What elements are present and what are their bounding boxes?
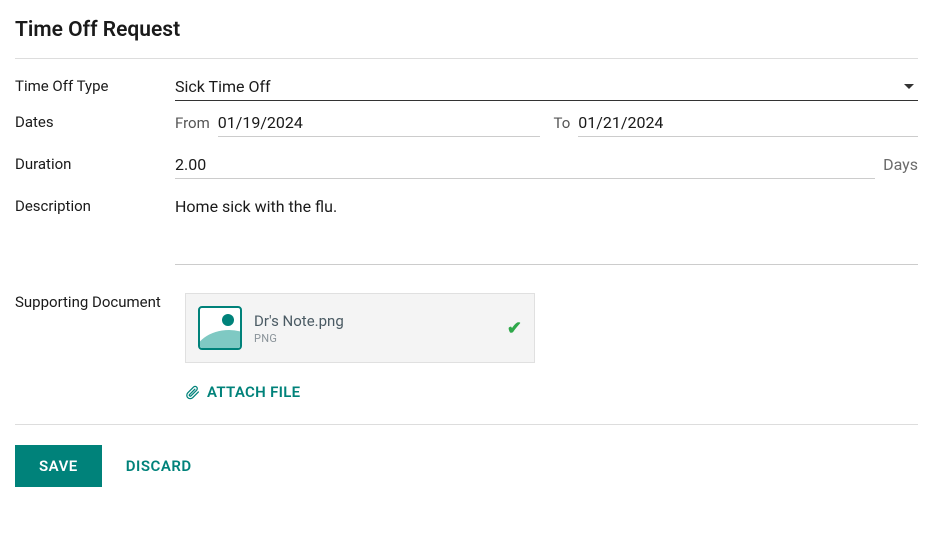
- label-duration: Duration: [15, 151, 175, 173]
- duration-unit: Days: [883, 155, 918, 174]
- row-duration: Duration Days: [15, 151, 918, 179]
- label-time-off-type: Time Off Type: [15, 73, 175, 95]
- discard-button[interactable]: DISCARD: [126, 457, 192, 475]
- time-off-type-value: Sick Time Off: [175, 77, 904, 96]
- duration-input[interactable]: [175, 151, 875, 179]
- attachment-card[interactable]: Dr's Note.png PNG ✔: [185, 293, 535, 363]
- label-date-from: From: [175, 114, 210, 132]
- footer: SAVE DISCARD: [15, 424, 918, 487]
- attachment-type: PNG: [254, 332, 507, 345]
- page-title: Time Off Request: [15, 18, 918, 59]
- date-from-input[interactable]: [218, 109, 540, 137]
- attach-file-button[interactable]: ATTACH FILE: [185, 383, 300, 401]
- row-supporting-document: Supporting Document Dr's Note.png PNG ✔: [15, 283, 918, 404]
- attachment-name: Dr's Note.png: [254, 312, 507, 330]
- image-file-icon: [198, 306, 242, 350]
- checkmark-icon: ✔: [507, 318, 522, 339]
- label-description: Description: [15, 193, 175, 215]
- paperclip-icon: [185, 385, 200, 400]
- time-off-type-select[interactable]: Sick Time Off: [175, 73, 918, 101]
- attach-file-label: ATTACH FILE: [207, 383, 300, 401]
- date-to-input[interactable]: [578, 109, 918, 137]
- row-time-off-type: Time Off Type Sick Time Off: [15, 73, 918, 101]
- chevron-down-icon: [904, 84, 914, 89]
- row-description: Description: [15, 193, 918, 269]
- label-supporting-document: Supporting Document: [15, 289, 175, 311]
- label-dates: Dates: [15, 109, 175, 131]
- save-button[interactable]: SAVE: [15, 445, 102, 487]
- description-input[interactable]: [175, 193, 918, 265]
- label-date-to: To: [554, 114, 571, 132]
- row-dates: Dates From To: [15, 109, 918, 137]
